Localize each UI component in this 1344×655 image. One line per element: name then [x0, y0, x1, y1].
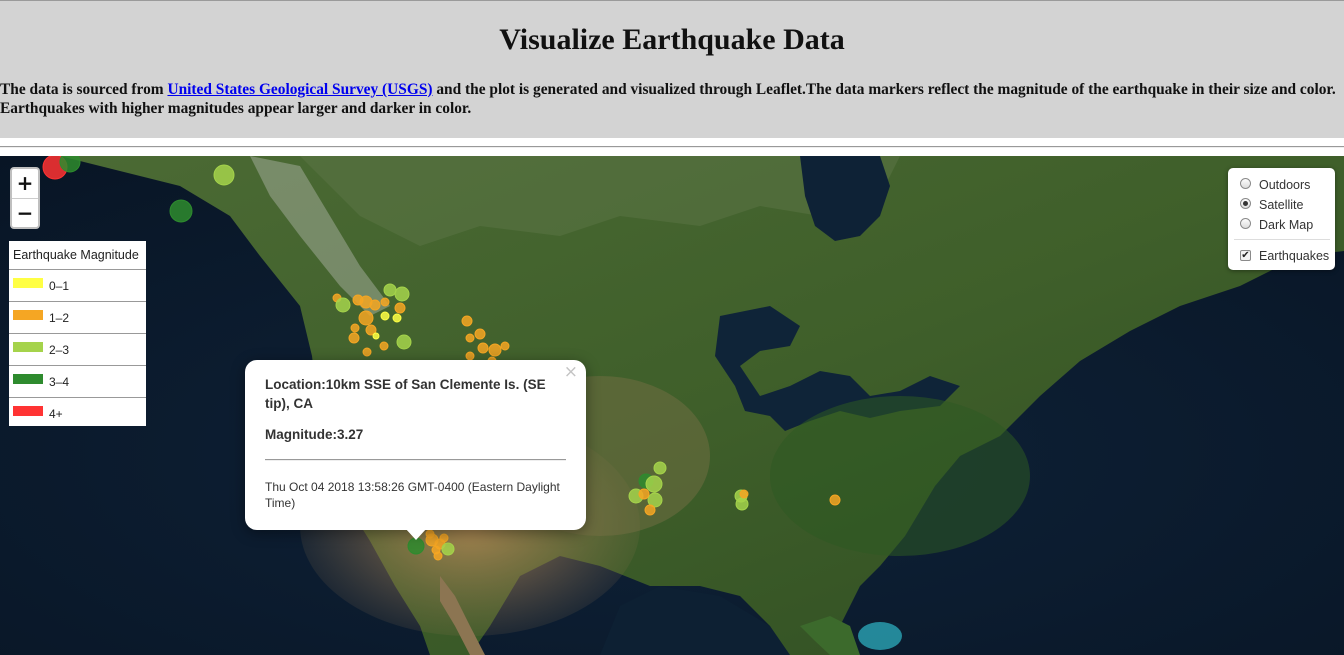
earthquake-marker[interactable]: [396, 334, 412, 350]
legend-label: 3–4: [49, 375, 70, 389]
base-layer-label: Outdoors: [1259, 178, 1311, 192]
earthquake-marker[interactable]: [465, 333, 475, 343]
legend-item: 1–2: [9, 302, 146, 334]
zoom-in-button[interactable]: +: [12, 169, 38, 199]
earthquake-marker[interactable]: [394, 286, 410, 302]
page-header: Visualize Earthquake Data The data is so…: [0, 0, 1344, 138]
earthquake-marker[interactable]: [735, 497, 749, 511]
overlay-label: Earthquakes: [1259, 249, 1330, 263]
earthquake-marker[interactable]: [372, 332, 380, 340]
earthquake-marker[interactable]: [380, 297, 390, 307]
zoom-control: + −: [10, 167, 40, 229]
earthquake-marker[interactable]: [335, 297, 351, 313]
earthquake-marker[interactable]: [829, 494, 841, 506]
popup-magnitude: Magnitude:3.27: [265, 427, 364, 442]
earthquake-marker[interactable]: [465, 351, 475, 361]
legend-item: 0–1: [9, 270, 146, 302]
earthquake-marker[interactable]: [638, 488, 650, 500]
earthquake-marker[interactable]: [379, 341, 389, 351]
earthquake-marker[interactable]: [461, 315, 473, 327]
earthquake-marker[interactable]: [645, 475, 663, 493]
legend-item: 4+: [9, 398, 146, 426]
legend-swatch: [13, 374, 43, 384]
earthquake-marker[interactable]: [392, 313, 402, 323]
intro-text-start: The data is sourced from: [0, 81, 168, 98]
legend-label: 0–1: [49, 279, 70, 293]
earthquake-marker[interactable]: [500, 341, 510, 351]
layer-control: Outdoors Satellite Dark Map ✔ Earthquake…: [1228, 168, 1335, 270]
base-layer-label: Dark Map: [1259, 218, 1314, 232]
earthquake-marker[interactable]: [348, 332, 360, 344]
earthquake-popup: × Location:10km SSE of San Clemente Is. …: [245, 360, 586, 540]
earthquake-marker[interactable]: [369, 299, 381, 311]
legend-swatch: [13, 278, 43, 288]
radio-dark-map[interactable]: [1240, 218, 1251, 229]
earthquake-marker[interactable]: [362, 347, 372, 357]
radio-satellite[interactable]: [1240, 198, 1251, 209]
earthquake-marker[interactable]: [380, 311, 390, 321]
page-title: Visualize Earthquake Data: [499, 23, 845, 56]
legend-item: 3–4: [9, 366, 146, 398]
radio-outdoors[interactable]: [1240, 178, 1251, 189]
popup-tip: [405, 528, 427, 540]
legend-label: 1–2: [49, 311, 70, 325]
legend-swatch: [13, 310, 43, 320]
earthquake-marker[interactable]: [407, 537, 425, 555]
popup-time: Thu Oct 04 2018 13:58:26 GMT-0400 (Easte…: [265, 480, 560, 510]
earthquake-marker[interactable]: [213, 164, 235, 186]
earthquake-marker[interactable]: [383, 283, 397, 297]
earthquake-marker[interactable]: [358, 310, 374, 326]
map-container[interactable]: + − Earthquake Magnitude 0–1 1–2 2–3 3–4…: [0, 156, 1344, 655]
legend-title: Earthquake Magnitude: [9, 241, 146, 270]
earthquake-marker[interactable]: [350, 323, 360, 333]
divider-area: [0, 138, 1344, 156]
horizontal-rule: [0, 146, 1344, 148]
legend-swatch: [13, 342, 43, 352]
legend-item: 2–3: [9, 334, 146, 366]
earthquake-marker[interactable]: [474, 328, 486, 340]
popup-divider: [265, 459, 566, 461]
magnitude-legend: Earthquake Magnitude 0–1 1–2 2–3 3–4 4+: [9, 241, 146, 426]
earthquake-marker[interactable]: [425, 529, 435, 539]
layer-separator: [1234, 239, 1330, 240]
earthquake-marker[interactable]: [394, 302, 406, 314]
zoom-out-button[interactable]: −: [12, 199, 38, 227]
earthquake-marker[interactable]: [488, 343, 502, 357]
earthquake-marker[interactable]: [59, 156, 81, 173]
earthquake-marker[interactable]: [644, 504, 656, 516]
usgs-link[interactable]: United States Geological Survey (USGS): [167, 81, 432, 98]
earthquake-marker[interactable]: [653, 461, 667, 475]
earthquake-marker[interactable]: [739, 489, 749, 499]
base-layer-label: Satellite: [1259, 198, 1304, 212]
earthquake-marker[interactable]: [477, 342, 489, 354]
earthquake-marker[interactable]: [439, 533, 449, 543]
earthquake-marker[interactable]: [433, 551, 443, 561]
legend-swatch: [13, 406, 43, 416]
legend-label: 4+: [49, 407, 63, 421]
earthquakes-checkbox[interactable]: ✔: [1240, 250, 1251, 261]
legend-label: 2–3: [49, 343, 70, 357]
earthquake-marker[interactable]: [169, 199, 193, 223]
earthquake-markers[interactable]: [0, 156, 1344, 655]
popup-location: Location:10km SSE of San Clemente Is. (S…: [265, 377, 546, 411]
earthquake-marker[interactable]: [441, 542, 455, 556]
intro-text: The data is sourced from United States G…: [0, 80, 1344, 118]
